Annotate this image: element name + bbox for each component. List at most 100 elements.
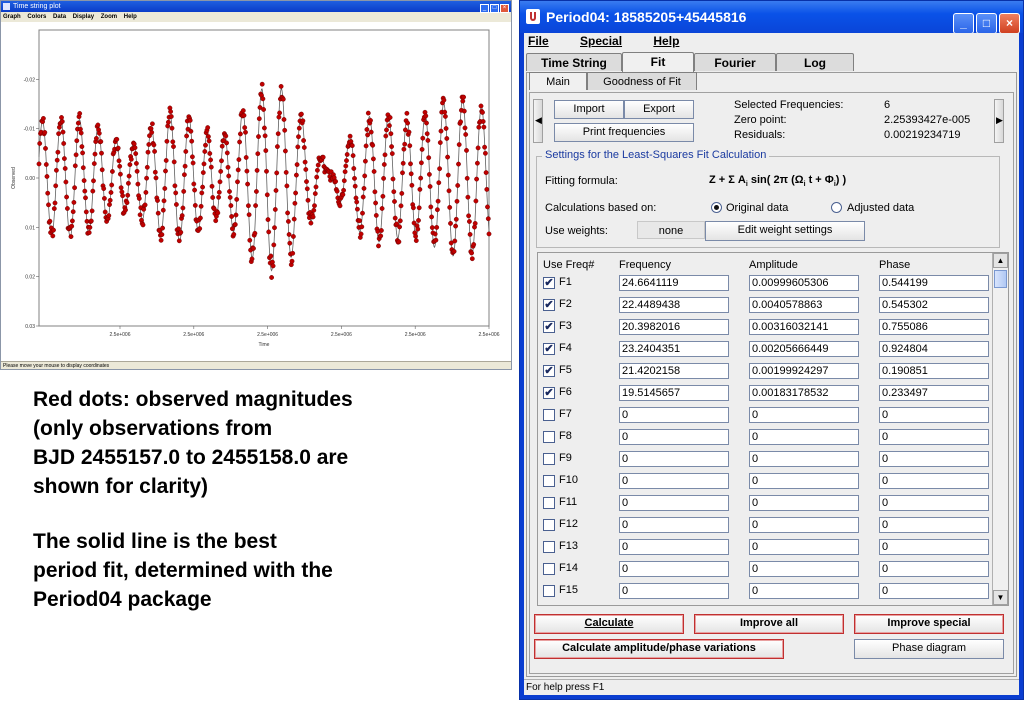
phase-input[interactable]: 0 [879, 407, 989, 423]
subtab-main[interactable]: Main [529, 72, 587, 90]
use-freq-checkbox[interactable] [543, 409, 555, 421]
table-scrollbar[interactable]: ▲ ▼ [992, 253, 1008, 605]
minimize-icon[interactable]: _ [480, 4, 489, 13]
use-freq-checkbox[interactable]: ✔ [543, 321, 555, 333]
frequency-input[interactable]: 0 [619, 451, 729, 467]
time-string-chart[interactable]: -0.02 -0.01 0.00 0.01 0.02 0.03 2.5e+006 2.5e+0… [1, 22, 511, 362]
amplitude-input[interactable]: 0 [749, 517, 859, 533]
amplitude-input[interactable]: 0.00316032141 [749, 319, 859, 335]
frequency-input[interactable]: 0 [619, 561, 729, 577]
menu-colors[interactable]: Colors [27, 14, 46, 20]
close-icon[interactable]: × [999, 13, 1020, 34]
phase-diagram-button[interactable]: Phase diagram [854, 639, 1004, 659]
use-freq-checkbox[interactable]: ✔ [543, 387, 555, 399]
phase-input[interactable]: 0 [879, 451, 989, 467]
frequency-input[interactable]: 24.6641119 [619, 275, 729, 291]
frequency-input[interactable]: 0 [619, 407, 729, 423]
use-freq-checkbox[interactable]: ✔ [543, 277, 555, 289]
frequency-input[interactable]: 0 [619, 517, 729, 533]
print-frequencies-button[interactable]: Print frequencies [554, 123, 694, 142]
phase-input[interactable]: 0.190851 [879, 363, 989, 379]
amplitude-input[interactable]: 0.00205666449 [749, 341, 859, 357]
improve-all-button[interactable]: Improve all [694, 614, 844, 634]
menu-data[interactable]: Data [53, 14, 66, 20]
amplitude-input[interactable]: 0 [749, 495, 859, 511]
scroll-down-icon[interactable]: ▼ [993, 590, 1008, 605]
adjusted-data-label[interactable]: Adjusted data [847, 202, 914, 214]
frequency-input[interactable]: 20.3982016 [619, 319, 729, 335]
subtab-goodness-of-fit[interactable]: Goodness of Fit [587, 72, 697, 90]
menu-file[interactable]: File [528, 34, 563, 48]
adjusted-data-radio[interactable] [831, 202, 842, 213]
use-freq-checkbox[interactable] [543, 585, 555, 597]
use-freq-checkbox[interactable] [543, 563, 555, 575]
amplitude-input[interactable]: 0 [749, 583, 859, 599]
frequency-input[interactable]: 0 [619, 583, 729, 599]
use-freq-checkbox[interactable]: ✔ [543, 365, 555, 377]
frequency-input[interactable]: 0 [619, 429, 729, 445]
use-freq-checkbox[interactable] [543, 541, 555, 553]
minimize-icon[interactable]: _ [953, 13, 974, 34]
edit-weight-settings-button[interactable]: Edit weight settings [705, 221, 865, 241]
use-freq-checkbox[interactable]: ✔ [543, 299, 555, 311]
frequency-input[interactable]: 21.4202158 [619, 363, 729, 379]
phase-input[interactable]: 0.233497 [879, 385, 989, 401]
menu-display[interactable]: Display [73, 14, 94, 20]
phase-input[interactable]: 0.924804 [879, 341, 989, 357]
phase-input[interactable]: 0.755086 [879, 319, 989, 335]
phase-input[interactable]: 0.544199 [879, 275, 989, 291]
phase-input[interactable]: 0 [879, 473, 989, 489]
menu-graph[interactable]: Graph [3, 14, 21, 20]
menu-help[interactable]: Help [653, 34, 693, 48]
menu-help[interactable]: Help [124, 14, 137, 20]
phase-input[interactable]: 0 [879, 495, 989, 511]
scroll-thumb[interactable] [994, 270, 1007, 288]
frequency-input[interactable]: 0 [619, 539, 729, 555]
tab-fourier[interactable]: Fourier [694, 53, 776, 71]
phase-input[interactable]: 0 [879, 539, 989, 555]
use-freq-checkbox[interactable] [543, 431, 555, 443]
tab-log[interactable]: Log [776, 53, 854, 71]
phase-input[interactable]: 0 [879, 517, 989, 533]
tab-fit[interactable]: Fit [622, 52, 694, 72]
use-freq-checkbox[interactable] [543, 475, 555, 487]
maximize-icon[interactable]: □ [490, 4, 499, 13]
original-data-radio[interactable] [711, 202, 722, 213]
phase-input[interactable]: 0 [879, 429, 989, 445]
calc-amplitude-phase-variations-button[interactable]: Calculate amplitude/phase variations [534, 639, 784, 659]
phase-input[interactable]: 0 [879, 583, 989, 599]
menu-special[interactable]: Special [580, 34, 636, 48]
frequency-input[interactable]: 22.4489438 [619, 297, 729, 313]
close-icon[interactable]: × [500, 4, 509, 13]
use-freq-checkbox[interactable] [543, 453, 555, 465]
import-button[interactable]: Import [554, 100, 624, 119]
amplitude-input[interactable]: 0 [749, 451, 859, 467]
frequency-input[interactable]: 0 [619, 495, 729, 511]
scroll-left-arrow[interactable]: ◀ [533, 99, 543, 143]
use-freq-checkbox[interactable] [543, 497, 555, 509]
use-freq-checkbox[interactable]: ✔ [543, 343, 555, 355]
improve-special-button[interactable]: Improve special [854, 614, 1004, 634]
amplitude-input[interactable]: 0.00199924297 [749, 363, 859, 379]
menu-zoom[interactable]: Zoom [101, 14, 117, 20]
tab-time-string[interactable]: Time String [526, 53, 622, 71]
calculate-button[interactable]: Calculate [534, 614, 684, 634]
amplitude-input[interactable]: 0.00999605306 [749, 275, 859, 291]
amplitude-input[interactable]: 0 [749, 429, 859, 445]
phase-input[interactable]: 0 [879, 561, 989, 577]
scroll-right-arrow[interactable]: ▶ [994, 99, 1004, 143]
amplitude-input[interactable]: 0.0040578863 [749, 297, 859, 313]
export-button[interactable]: Export [624, 100, 694, 119]
amplitude-input[interactable]: 0 [749, 539, 859, 555]
amplitude-input[interactable]: 0 [749, 407, 859, 423]
amplitude-input[interactable]: 0 [749, 561, 859, 577]
frequency-input[interactable]: 0 [619, 473, 729, 489]
use-freq-checkbox[interactable] [543, 519, 555, 531]
phase-input[interactable]: 0.545302 [879, 297, 989, 313]
frequency-input[interactable]: 19.5145657 [619, 385, 729, 401]
original-data-label[interactable]: Original data [726, 202, 788, 214]
frequency-input[interactable]: 23.2404351 [619, 341, 729, 357]
amplitude-input[interactable]: 0.00183178532 [749, 385, 859, 401]
scroll-up-icon[interactable]: ▲ [993, 253, 1008, 268]
amplitude-input[interactable]: 0 [749, 473, 859, 489]
